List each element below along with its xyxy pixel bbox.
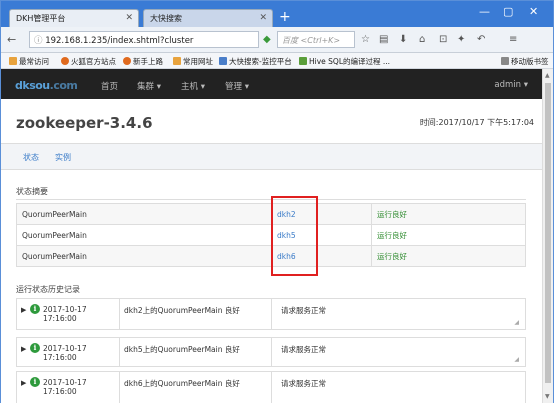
user-menu[interactable]: admin ▾ [494,80,528,90]
role-cell: QuorumPeerMain [16,203,272,225]
shield-icon[interactable]: ◆ [263,34,271,45]
tab-instances[interactable]: 实例 [55,152,71,163]
highlight-annotation [271,196,318,276]
url-text: 192.168.1.235/index.shtml?cluster [45,36,194,46]
expand-caret-icon[interactable]: ▶ [21,306,26,314]
info-icon: i [30,343,40,353]
maximize-icon[interactable]: ▢ [503,5,513,18]
mobile-bookmarks[interactable]: 移动版书签 [501,56,549,67]
history-desc: dkh6上的QuorumPeerMain 良好 [120,372,272,403]
state-text: 运行良好 [377,251,407,261]
nav-home[interactable]: 首页 [101,80,118,92]
history-message[interactable]: 请求服务正常 ◢ [277,338,523,366]
tab-label: 大快搜索 [150,14,182,23]
folder-icon [173,57,181,65]
current-time: 时间:2017/10/17 下午5:17:04 [419,118,534,127]
nav-manage[interactable]: 管理 ▾ [225,80,249,92]
crop-icon[interactable]: ⊡ [439,34,447,45]
sub-tabs: 状态 实例 [1,144,542,170]
app-logo[interactable]: dksou.com [15,79,78,92]
puzzle-icon[interactable]: ✦ [457,34,465,45]
page-title: zookeeper-3.4.6 [16,114,153,132]
back-icon[interactable]: ← [7,33,16,46]
star-icon[interactable]: ☆ [361,34,370,45]
bookmark-item[interactable]: 常用网址 [173,56,213,67]
tab-dakuai[interactable]: 大快搜索 ✕ [143,9,273,27]
history-row[interactable]: ▶ i 2017-10-17 17:16:00 dkh6上的QuorumPeer… [16,371,526,403]
info-icon: ⓘ [34,36,46,46]
undo-icon[interactable]: ↶ [477,34,485,45]
page-icon [219,57,227,65]
firefox-icon [61,57,69,65]
folder-icon [9,57,17,65]
menu-icon[interactable]: ≡ [509,34,517,45]
close-icon[interactable]: ✕ [125,13,133,23]
state-cell: 运行良好 [371,245,526,267]
scroll-down-icon[interactable]: ▼ [545,393,550,400]
history-desc: dkh5上的QuorumPeerMain 良好 [120,338,272,366]
close-window-icon[interactable]: ✕ [529,5,538,18]
resize-grip-icon[interactable]: ◢ [514,356,519,363]
home-icon[interactable]: ⌂ [419,34,425,45]
tab-label: DKH管理平台 [16,14,66,23]
tab-dkh[interactable]: DKH管理平台 ✕ [9,9,139,27]
download-icon[interactable]: ⬇ [399,34,407,45]
page-scrollbar[interactable]: ▲ ▼ [542,69,553,403]
role-cell: QuorumPeerMain [16,224,272,246]
history-row[interactable]: ▶ i 2017-10-17 17:16:00 dkh5上的QuorumPeer… [16,337,526,367]
app-navbar: dksou.com 首页 集群 ▾ 主机 ▾ 管理 ▾ admin ▾ [1,69,542,99]
scroll-thumb[interactable] [545,83,551,383]
state-text: 运行良好 [377,230,407,240]
history-row[interactable]: ▶ i 2017-10-17 17:16:00 dkh2上的QuorumPeer… [16,298,526,330]
history-desc: dkh2上的QuorumPeerMain 良好 [120,299,272,329]
bookmark-item[interactable]: 大快搜索-监控平台 [219,56,292,67]
bookmark-item[interactable]: 火狐官方站点 [61,56,116,67]
title-bar: zookeeper-3.4.6 时间:2017/10/17 下午5:17:04 [1,99,542,144]
new-tab-button[interactable]: + [279,10,291,24]
role-cell: QuorumPeerMain [16,245,272,267]
tab-bar: DKH管理平台 ✕ 大快搜索 ✕ + — ▢ ✕ [1,1,553,27]
page-content: dksou.com 首页 集群 ▾ 主机 ▾ 管理 ▾ admin ▾ zook… [1,69,542,403]
tab-status[interactable]: 状态 [23,152,39,163]
resize-grip-icon[interactable]: ◢ [514,319,519,326]
nav-host[interactable]: 主机 ▾ [181,80,205,92]
state-cell: 运行良好 [371,224,526,246]
bookmark-item[interactable]: Hive SQL的编译过程 ... [299,56,390,67]
expand-caret-icon[interactable]: ▶ [21,345,26,353]
state-text: 运行良好 [377,209,407,219]
minimize-icon[interactable]: — [479,5,490,18]
history-title: 运行状态历史记录 [16,285,80,294]
bookmarks-bar: 最常访问 火狐官方站点 新手上路 常用网址 大快搜索-监控平台 Hive SQL… [1,53,553,69]
url-field[interactable]: ⓘ 192.168.1.235/index.shtml?cluster [29,31,259,48]
page-icon [299,57,307,65]
bookmark-item[interactable]: 新手上路 [123,56,163,67]
state-cell: 运行良好 [371,203,526,225]
expand-caret-icon[interactable]: ▶ [21,379,26,387]
history-time: 2017-10-17 17:16:00 [41,299,120,329]
firefox-icon [123,57,131,65]
status-summary-title: 状态摘要 [16,187,48,196]
bookmark-item[interactable]: 最常访问 [9,56,49,67]
scroll-up-icon[interactable]: ▲ [545,72,550,79]
close-icon[interactable]: ✕ [259,13,267,23]
search-input[interactable]: 百度 <Ctrl+K> [277,31,355,48]
search-placeholder: 百度 <Ctrl+K> [282,36,341,45]
navigation-bar: ← ⓘ 192.168.1.235/index.shtml?cluster ◆ … [1,27,553,53]
folder-icon [501,57,509,65]
history-message[interactable]: 请求服务正常 [277,372,523,403]
browser-window: DKH管理平台 ✕ 大快搜索 ✕ + — ▢ ✕ ← ⓘ 192.168.1.2… [0,0,554,403]
reader-icon[interactable]: ▤ [379,34,388,45]
history-message[interactable]: 请求服务正常 ◢ [277,299,523,329]
nav-cluster[interactable]: 集群 ▾ [137,80,161,92]
info-icon: i [30,377,40,387]
info-icon: i [30,304,40,314]
history-time: 2017-10-17 17:16:00 [41,372,120,403]
history-time: 2017-10-17 17:16:00 [41,338,120,366]
